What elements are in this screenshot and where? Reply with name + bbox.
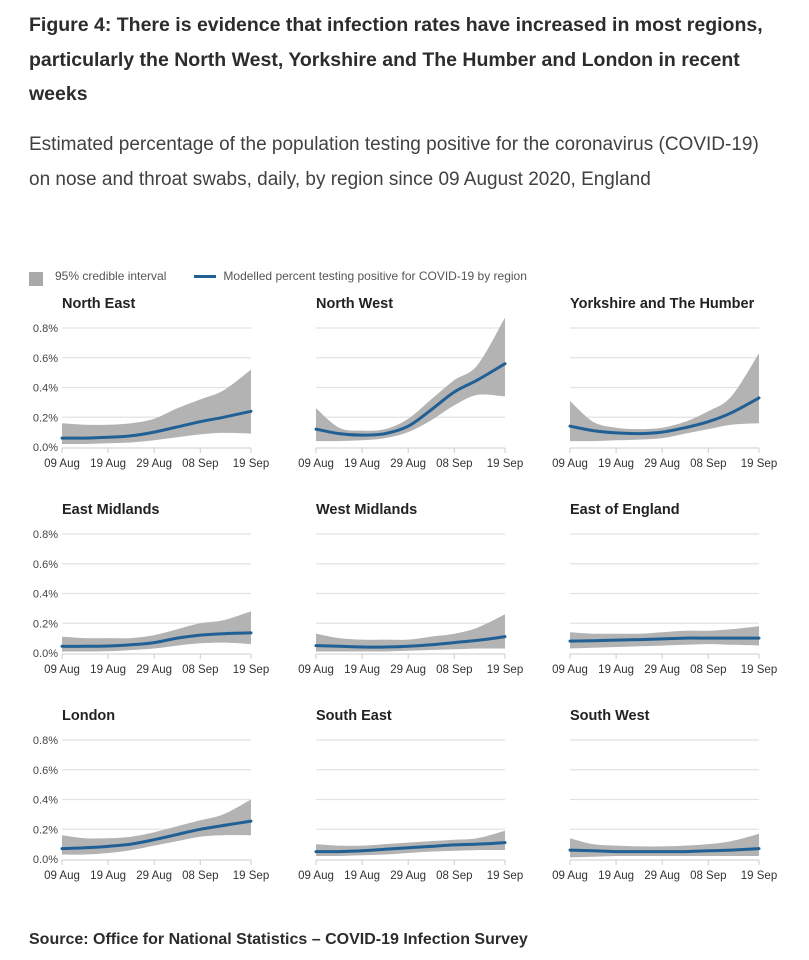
x-tick-label: 19 Sep xyxy=(741,664,777,676)
x-tick-label: 19 Sep xyxy=(487,458,523,470)
y-tick-label: 0.8% xyxy=(33,323,58,335)
x-tick-label: 29 Aug xyxy=(644,664,680,676)
y-tick-label: 0.0% xyxy=(33,648,58,660)
panel-yorkshire-and-the-humber: Yorkshire and The Humber 09 Aug 19 Aug 29 A… xyxy=(552,296,777,470)
panel-north-west: North West 09 Aug 19 Aug 29 Aug 08 Sep 19 Sep xyxy=(298,296,523,470)
y-tick-label: 0.4% xyxy=(33,383,58,395)
x-tick-label: 29 Aug xyxy=(136,664,172,676)
x-tick-label: 09 Aug xyxy=(298,664,334,676)
x-tick-label: 29 Aug xyxy=(390,458,426,470)
panel-title: London xyxy=(62,708,115,724)
x-tick-label: 19 Aug xyxy=(90,458,126,470)
x-tick-label: 08 Sep xyxy=(436,870,472,882)
x-tick-label: 19 Aug xyxy=(598,664,634,676)
x-tick-label: 08 Sep xyxy=(182,870,218,882)
x-tick-label: 08 Sep xyxy=(182,664,218,676)
x-tick-label: 29 Aug xyxy=(136,458,172,470)
y-tick-label: 0.4% xyxy=(33,795,58,807)
y-tick-label: 0.6% xyxy=(33,353,58,365)
x-tick-label: 08 Sep xyxy=(182,458,218,470)
x-tick-label: 08 Sep xyxy=(690,458,726,470)
x-tick-label: 29 Aug xyxy=(390,870,426,882)
x-tick-label: 09 Aug xyxy=(552,664,588,676)
credible-interval-band xyxy=(570,353,759,442)
x-tick-label: 19 Sep xyxy=(741,458,777,470)
x-tick-label: 19 Sep xyxy=(233,664,269,676)
x-tick-label: 09 Aug xyxy=(552,870,588,882)
y-tick-label: 0.2% xyxy=(33,412,58,424)
x-tick-label: 09 Aug xyxy=(298,870,334,882)
panel-title: South East xyxy=(316,708,392,724)
x-tick-label: 09 Aug xyxy=(298,458,334,470)
x-tick-label: 29 Aug xyxy=(136,870,172,882)
x-tick-label: 09 Aug xyxy=(44,458,80,470)
panel-london: London 0.0% 0.2% 0.4% 0.6% 0.8% 09 Aug 19 Aug 29… xyxy=(33,708,269,882)
y-tick-label: 0.6% xyxy=(33,765,58,777)
x-tick-label: 09 Aug xyxy=(44,664,80,676)
panel-title: East of England xyxy=(570,502,680,518)
panel-east-of-england: East of England 09 Aug 19 Aug 29 Aug 08 Sep 1… xyxy=(552,502,777,676)
x-tick-label: 09 Aug xyxy=(552,458,588,470)
panel-title: North East xyxy=(62,296,135,312)
small-multiples-chart: North East 0.0% 0.2% 0.4% 0.6% 0.8% 09 Aug 19 A… xyxy=(33,296,777,882)
y-tick-label: 0.2% xyxy=(33,618,58,630)
panel-south-west: South West 09 Aug 19 Aug 29 Aug 08 Sep 19 Sep xyxy=(552,708,777,882)
x-tick-label: 19 Sep xyxy=(487,870,523,882)
y-tick-label: 0.8% xyxy=(33,529,58,541)
x-tick-label: 08 Sep xyxy=(436,458,472,470)
y-tick-label: 0.2% xyxy=(33,824,58,836)
x-tick-label: 19 Aug xyxy=(344,870,380,882)
x-tick-label: 19 Sep xyxy=(741,870,777,882)
x-tick-label: 19 Aug xyxy=(90,664,126,676)
x-tick-label: 19 Aug xyxy=(344,458,380,470)
x-tick-label: 08 Sep xyxy=(436,664,472,676)
panel-title: East Midlands xyxy=(62,502,160,518)
x-tick-label: 09 Aug xyxy=(44,870,80,882)
panel-north-east: North East 0.0% 0.2% 0.4% 0.6% 0.8% 09 Aug 19 A… xyxy=(33,296,269,470)
panel-title: South West xyxy=(570,708,650,724)
y-tick-label: 0.8% xyxy=(33,735,58,747)
panel-title: Yorkshire and The Humber xyxy=(570,296,755,312)
x-tick-label: 19 Aug xyxy=(598,870,634,882)
x-tick-label: 19 Aug xyxy=(90,870,126,882)
x-tick-label: 29 Aug xyxy=(644,458,680,470)
x-tick-label: 19 Sep xyxy=(487,664,523,676)
x-tick-label: 08 Sep xyxy=(690,664,726,676)
x-tick-label: 19 Aug xyxy=(598,458,634,470)
x-tick-label: 19 Sep xyxy=(233,870,269,882)
y-tick-label: 0.4% xyxy=(33,589,58,601)
panel-title: West Midlands xyxy=(316,502,417,518)
x-tick-label: 29 Aug xyxy=(644,870,680,882)
x-tick-label: 19 Aug xyxy=(344,664,380,676)
y-tick-label: 0.0% xyxy=(33,854,58,866)
credible-interval-band xyxy=(570,833,759,858)
panel-title: North West xyxy=(316,296,393,312)
x-tick-label: 19 Sep xyxy=(233,458,269,470)
y-tick-label: 0.6% xyxy=(33,559,58,571)
panel-south-east: South East 09 Aug 19 Aug 29 Aug 08 Sep 19 Sep xyxy=(298,708,523,882)
source-note: Source: Office for National Statistics –… xyxy=(29,931,528,948)
x-tick-label: 08 Sep xyxy=(690,870,726,882)
y-tick-label: 0.0% xyxy=(33,442,58,454)
panel-east-midlands: East Midlands 0.0% 0.2% 0.4% 0.6% 0.8% 09 Aug 1… xyxy=(33,502,269,676)
panel-west-midlands: West Midlands 09 Aug 19 Aug 29 Aug 08 Sep 19 … xyxy=(298,502,523,676)
x-tick-label: 29 Aug xyxy=(390,664,426,676)
